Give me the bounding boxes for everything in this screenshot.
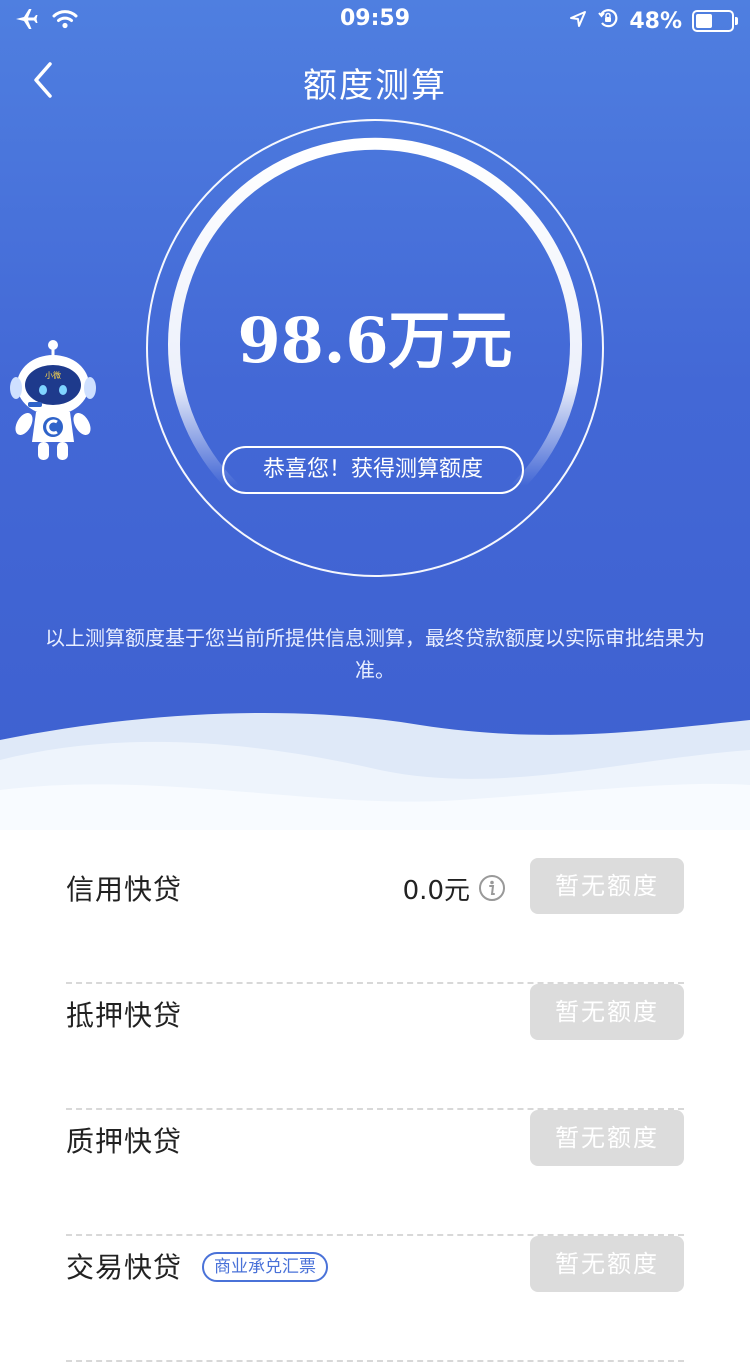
list-item: 交易快贷 商业承兑汇票 暂无额度 [66, 1236, 684, 1362]
loan-label-pledge: 质押快贷 [66, 1125, 183, 1158]
status-bar: 09:59 48% [0, 0, 750, 40]
list-item: 信用快贷 0.0元 暂无额度 [66, 858, 684, 984]
wave-decoration [0, 713, 750, 860]
loan-label-mortgage: 抵押快贷 [66, 999, 183, 1032]
no-quota-button-trade[interactable]: 暂无额度 [530, 1236, 684, 1292]
no-quota-button-pledge[interactable]: 暂无额度 [530, 1110, 684, 1166]
location-arrow-icon [569, 9, 587, 34]
robot-mascot-icon: 小微 [10, 340, 96, 460]
loan-label-trade: 交易快贷 [66, 1251, 183, 1284]
no-quota-button-credit[interactable]: 暂无额度 [530, 858, 684, 914]
list-item: 抵押快贷 暂无额度 [66, 984, 684, 1110]
disclaimer-text: 以上测算额度基于您当前所提供信息测算，最终贷款额度以实际审批结果为准。 [45, 626, 705, 682]
orientation-lock-icon [597, 7, 619, 35]
mascot-badge-text: 小微 [45, 370, 61, 380]
trade-tag: 商业承兑汇票 [202, 1252, 328, 1282]
loan-amount-credit: 0.0元 [402, 876, 470, 906]
no-quota-button-mortgage[interactable]: 暂无额度 [530, 984, 684, 1040]
battery-icon [692, 10, 738, 32]
battery-percent: 48% [629, 8, 682, 34]
loan-label-credit: 信用快贷 [66, 873, 183, 906]
loan-list: 信用快贷 0.0元 暂无额度 抵押快贷 暂无额度 质押快贷 暂无额度 交易快贷 … [66, 858, 684, 1362]
estimated-amount: 98.6万元 [237, 304, 513, 377]
congrats-badge: 恭喜您！获得测算额度 [222, 446, 524, 494]
list-item: 质押快贷 暂无额度 [66, 1110, 684, 1236]
info-icon[interactable] [478, 874, 506, 906]
page-title: 额度测算 [303, 66, 447, 106]
